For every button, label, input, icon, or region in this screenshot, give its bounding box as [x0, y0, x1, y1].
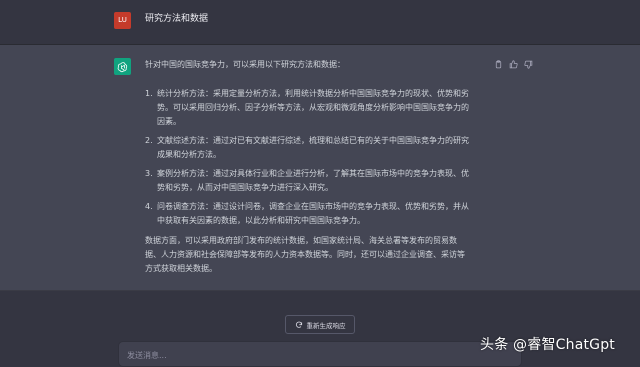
list-item: 4. 问卷调查方法：通过设计问卷，调查企业在国际市场中的竞争力表现、优势和劣势，…: [145, 200, 490, 228]
list-item-line: 因素。: [157, 117, 181, 126]
regenerate-label: 重新生成响应: [306, 321, 346, 330]
list-number: 4.: [145, 202, 153, 211]
thumbs-up-icon[interactable]: [509, 60, 518, 69]
assistant-message-row: 针对中国的国际竞争力，可以采用以下研究方法和数据： 1. 统计分析方法：采用定量…: [0, 45, 640, 291]
data-paragraph-line: 方式获取相关数据。: [145, 264, 217, 273]
clipboard-icon[interactable]: [494, 60, 503, 69]
assistant-message-content: 针对中国的国际竞争力，可以采用以下研究方法和数据： 1. 统计分析方法：采用定量…: [145, 58, 490, 276]
list-item-line: 文献综述方法：通过对已有文献进行综述，梳理和总结已有的关于中国国际竞争力的研究: [157, 136, 469, 145]
list-item-line: 势和劣势，从而对中国国际竞争力进行深入研究。: [157, 183, 333, 192]
list-item-line: 势。可以采用回归分析、因子分析等方法，从宏观和微观角度分析影响中国国际竞争力的: [157, 103, 469, 112]
data-paragraph: 数据方面，可以采用政府部门发布的统计数据，如国家统计局、海关总署等发布的贸易数 …: [145, 234, 490, 276]
list-item-line: 统计分析方法：采用定量分析方法，利用统计数据分析中国国际竞争力的现状、优势和劣: [157, 89, 469, 98]
assistant-intro: 针对中国的国际竞争力，可以采用以下研究方法和数据：: [145, 60, 345, 69]
data-paragraph-line: 据、人力资源和社会保障部等发布的人力资本数据等。同时，还可以通过企业调查、采访等: [145, 250, 465, 259]
user-avatar: LU: [114, 12, 131, 29]
data-paragraph-line: 数据方面，可以采用政府部门发布的统计数据，如国家统计局、海关总署等发布的贸易数: [145, 236, 457, 245]
list-item-line: 中获取有关因素的数据，以此分析和研究中国国际竞争力。: [157, 216, 365, 225]
message-actions: [494, 60, 533, 69]
list-item-line: 成果和分析方法。: [157, 150, 221, 159]
user-message-row: LU 研究方法和数据: [0, 0, 640, 45]
methods-list: 1. 统计分析方法：采用定量分析方法，利用统计数据分析中国国际竞争力的现状、优势…: [145, 87, 490, 228]
list-item-line: 案例分析方法：通过对具体行业和企业进行分析，了解其在国际市场中的竞争力表现、优: [157, 169, 469, 178]
thumbs-down-icon[interactable]: [524, 60, 533, 69]
list-item-line: 问卷调查方法：通过设计问卷，调查企业在国际市场中的竞争力表现、优势和劣势，并从: [157, 202, 469, 211]
list-number: 1.: [145, 89, 153, 98]
message-input-box: [118, 341, 522, 367]
message-input[interactable]: [127, 348, 507, 362]
chatgpt-logo-icon: [114, 58, 131, 75]
regenerate-response-button[interactable]: 重新生成响应: [285, 315, 355, 334]
list-item: 1. 统计分析方法：采用定量分析方法，利用统计数据分析中国国际竞争力的现状、优势…: [145, 87, 490, 129]
list-item: 3. 案例分析方法：通过对具体行业和企业进行分析，了解其在国际市场中的竞争力表现…: [145, 167, 490, 195]
watermark: 头条 @睿智ChatGpt: [480, 337, 615, 353]
list-item: 2. 文献综述方法：通过对已有文献进行综述，梳理和总结已有的关于中国国际竞争力的…: [145, 134, 490, 162]
list-number: 3.: [145, 169, 153, 178]
refresh-icon: [295, 321, 302, 328]
list-number: 2.: [145, 136, 153, 145]
user-message-text: 研究方法和数据: [145, 14, 209, 24]
